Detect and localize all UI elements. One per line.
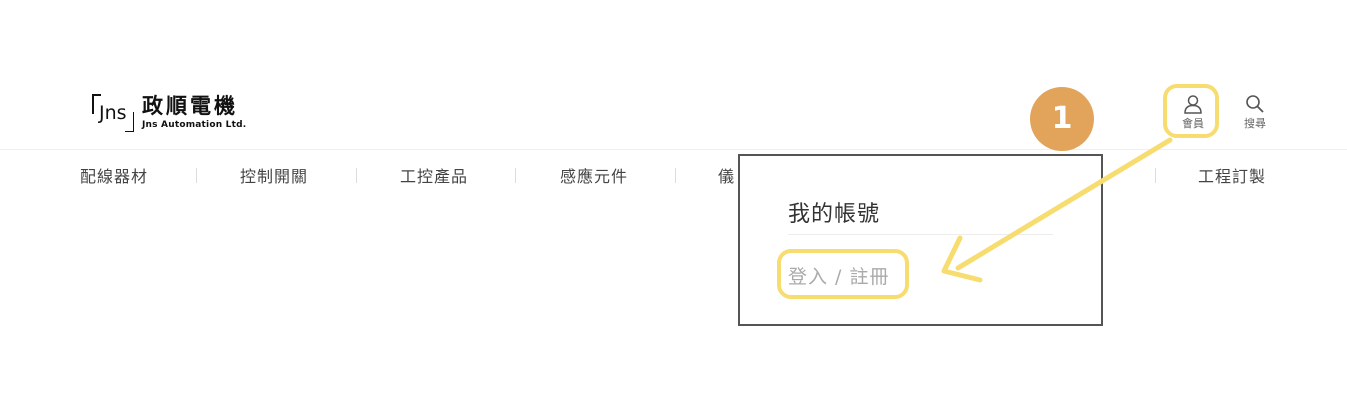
annotation-arrow	[941, 137, 1173, 283]
